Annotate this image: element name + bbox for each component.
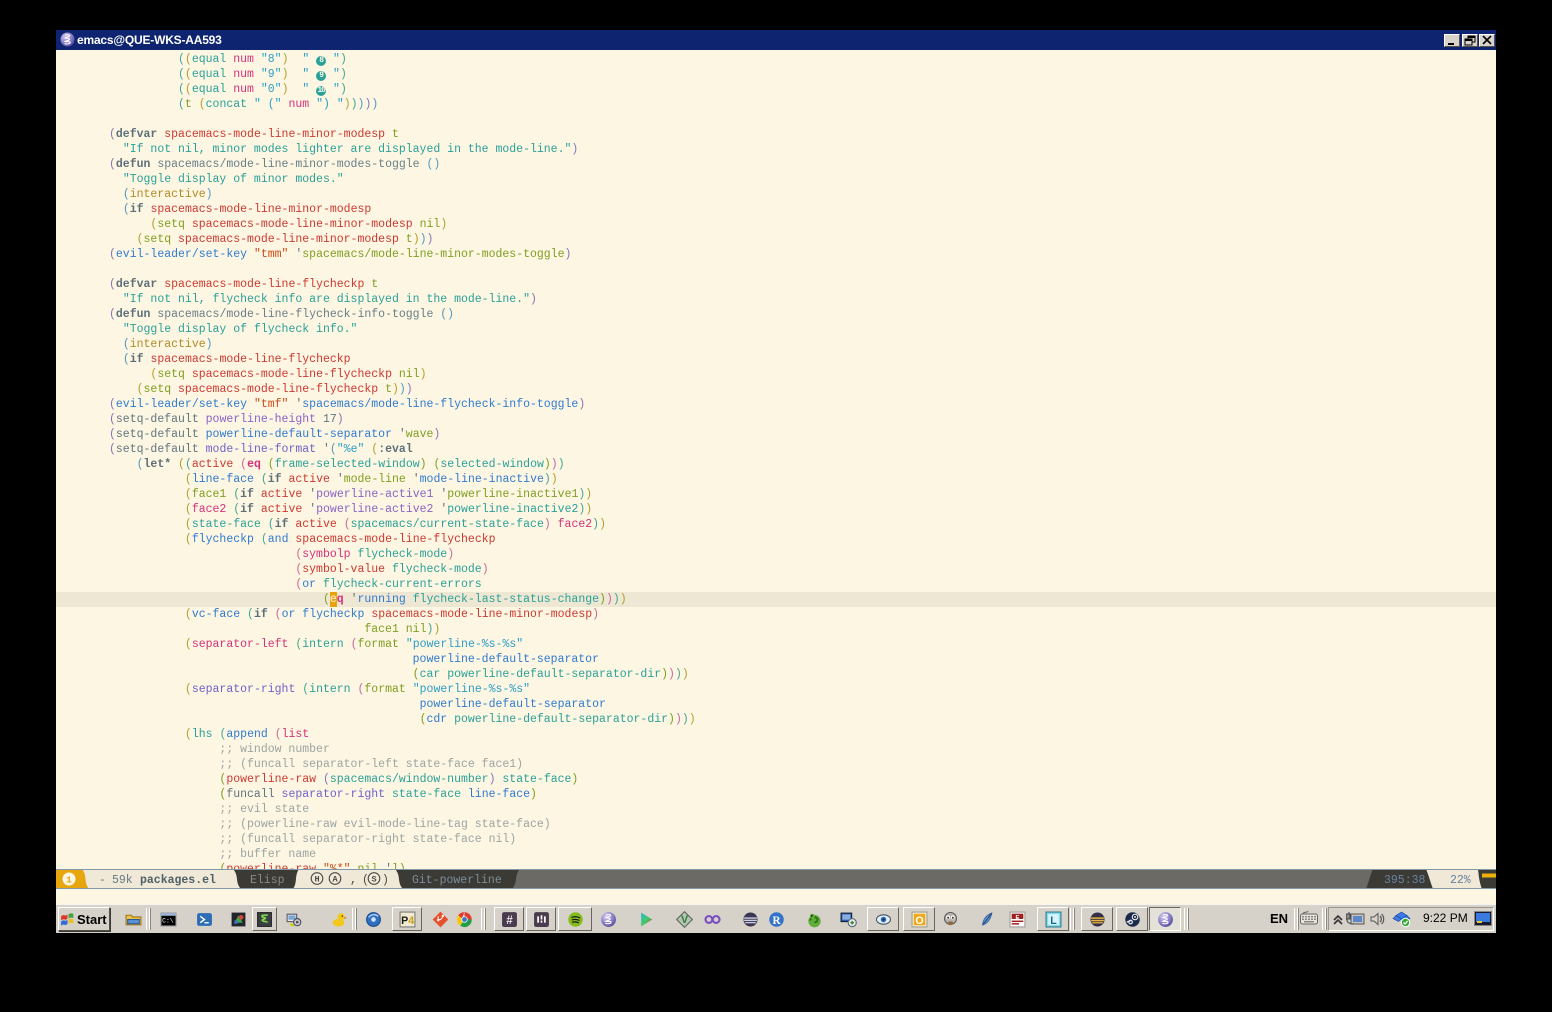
svg-text:#: #: [506, 913, 513, 926]
svg-text:V: V: [681, 914, 688, 926]
svg-text:Elisp: Elisp: [250, 874, 285, 887]
svg-text:22%: 22%: [1450, 874, 1471, 887]
svg-text:59k: 59k: [112, 874, 133, 887]
svg-text:packages.el: packages.el: [140, 874, 216, 887]
svg-text:): ): [382, 874, 389, 887]
svg-text:1: 1: [66, 875, 72, 886]
svg-text:L: L: [1050, 914, 1057, 926]
svg-text:C:\: C:\: [162, 918, 174, 925]
svg-text:E: E: [1016, 915, 1020, 921]
svg-text:R: R: [772, 915, 781, 927]
svg-text:(: (: [362, 874, 369, 887]
svg-text:395:38: 395:38: [1384, 874, 1426, 887]
svg-text:P4: P4: [401, 914, 414, 926]
svg-text:S: S: [371, 875, 376, 885]
svg-text:O: O: [915, 914, 923, 926]
svg-text:,: ,: [350, 874, 357, 887]
svg-text:Git-powerline: Git-powerline: [412, 874, 502, 887]
svg-text:A: A: [332, 875, 338, 885]
svg-text:-: -: [99, 874, 106, 887]
svg-text:H: H: [314, 875, 319, 885]
